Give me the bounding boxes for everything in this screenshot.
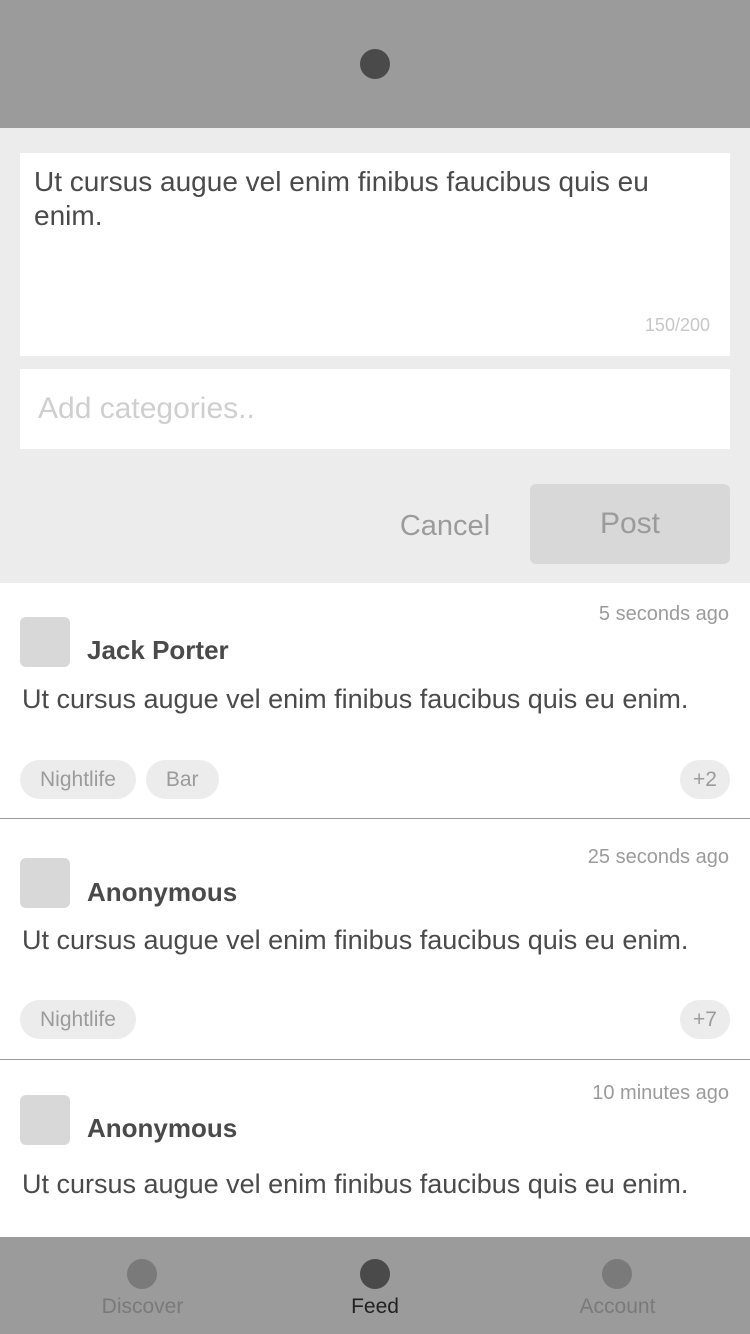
tab-discover[interactable]: Discover	[0, 1237, 285, 1334]
post-author[interactable]: Jack Porter	[87, 635, 229, 666]
avatar[interactable]	[20, 858, 70, 908]
top-header	[0, 0, 750, 128]
tag-chip[interactable]: Nightlife	[20, 1000, 136, 1039]
tab-label: Account	[579, 1295, 656, 1318]
account-icon	[602, 1259, 632, 1289]
tag-chip[interactable]: Nightlife	[20, 760, 136, 799]
compose-text[interactable]: Ut cursus augue vel enim finibus faucibu…	[34, 165, 716, 233]
post-body: Ut cursus augue vel enim finibus faucibu…	[22, 925, 689, 955]
post-timestamp: 25 seconds ago	[587, 846, 729, 868]
post-timestamp: 10 minutes ago	[592, 1082, 729, 1104]
post-body: Ut cursus augue vel enim finibus faucibu…	[22, 1169, 689, 1199]
bottom-tab-bar: Discover Feed Account	[0, 1237, 750, 1334]
feed-post[interactable]: 25 seconds ago Anonymous Ut cursus augue…	[0, 819, 750, 1060]
post-button[interactable]: Post	[530, 484, 730, 564]
tab-feed[interactable]: Feed	[285, 1237, 465, 1334]
post-author[interactable]: Anonymous	[87, 877, 237, 908]
discover-icon	[127, 1259, 157, 1289]
post-composer: Ut cursus augue vel enim finibus faucibu…	[0, 128, 750, 583]
tab-account[interactable]: Account	[465, 1237, 750, 1334]
tab-label: Feed	[351, 1295, 399, 1318]
feed-list[interactable]: 5 seconds ago Jack Porter Ut cursus augu…	[0, 583, 750, 1237]
avatar[interactable]	[20, 1095, 70, 1145]
circle-logo-icon	[360, 49, 390, 79]
post-timestamp: 5 seconds ago	[598, 603, 729, 625]
avatar[interactable]	[20, 617, 70, 667]
post-body: Ut cursus augue vel enim finibus faucibu…	[22, 684, 689, 714]
compose-textarea[interactable]: Ut cursus augue vel enim finibus faucibu…	[20, 153, 730, 356]
tag-chip[interactable]: Bar	[145, 760, 219, 799]
categories-input[interactable]	[20, 369, 730, 449]
feed-icon	[360, 1259, 390, 1289]
feed-post[interactable]: 10 minutes ago Anonymous Ut cursus augue…	[0, 1060, 750, 1237]
cancel-button[interactable]: Cancel	[380, 486, 510, 566]
more-tags-chip[interactable]: +7	[680, 1000, 730, 1039]
post-tags: Nightlife	[20, 1000, 136, 1039]
character-counter: 150/200	[644, 315, 710, 335]
tab-label: Discover	[101, 1295, 184, 1318]
post-tags: Nightlife Bar	[20, 760, 219, 799]
more-tags-chip[interactable]: +2	[680, 760, 730, 799]
post-author[interactable]: Anonymous	[87, 1113, 237, 1144]
feed-post[interactable]: 5 seconds ago Jack Porter Ut cursus augu…	[0, 583, 750, 819]
